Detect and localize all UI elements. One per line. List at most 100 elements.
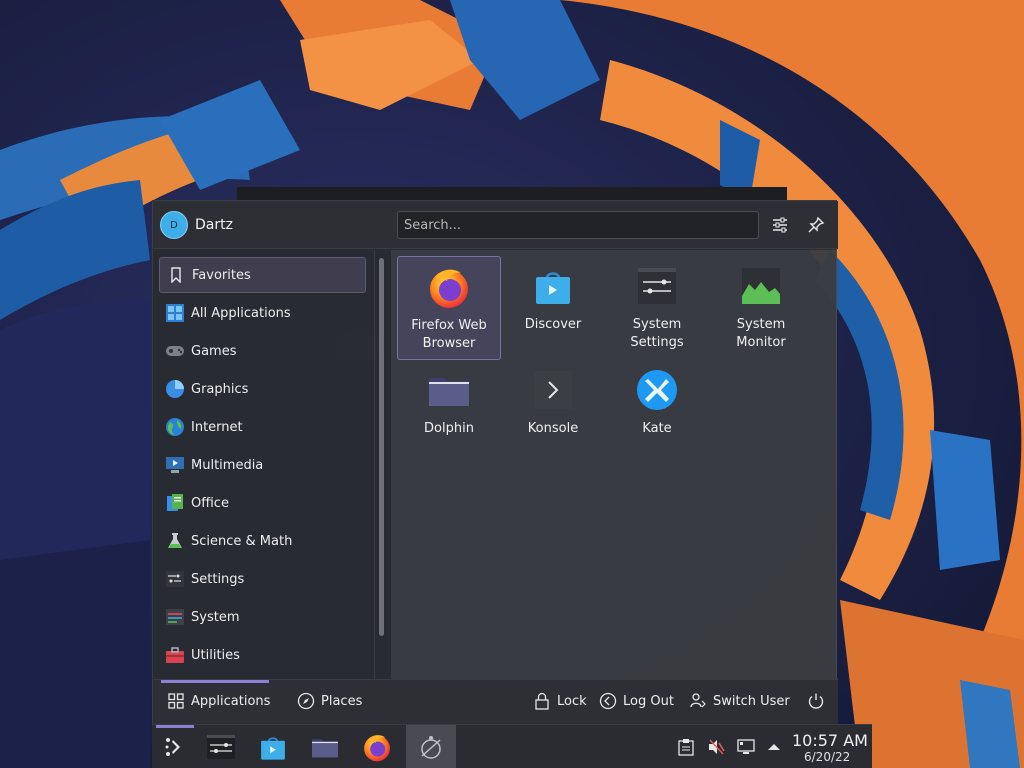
category-label: Games	[191, 343, 237, 359]
switch-user-icon	[689, 692, 707, 710]
globe-icon	[165, 417, 185, 437]
tab-applications-label: Applications	[191, 693, 271, 709]
task-firefox[interactable]	[354, 725, 400, 768]
category-settings[interactable]: Settings	[159, 561, 366, 597]
user-name: Dartz	[195, 217, 233, 233]
app-konsole[interactable]: Konsole	[501, 360, 605, 464]
tab-places[interactable]: Places	[297, 692, 362, 710]
volume-muted-icon[interactable]	[706, 737, 726, 757]
office-icon	[165, 493, 185, 513]
system-settings-icon	[635, 264, 679, 308]
user-avatar[interactable]: D	[160, 211, 188, 239]
system-settings-icon	[207, 735, 235, 759]
tab-places-label: Places	[321, 693, 363, 709]
lock-button[interactable]: Lock	[533, 692, 587, 710]
category-label: Science & Math	[191, 533, 293, 549]
app-system-settings[interactable]: System Settings	[605, 256, 709, 360]
category-label: Utilities	[191, 647, 240, 663]
app-label: Kate	[642, 421, 672, 436]
folder-icon	[427, 368, 471, 412]
category-label: All Applications	[191, 305, 291, 321]
switch-user-label: Switch User	[713, 693, 790, 709]
application-launcher: D Dartz Favorites	[152, 200, 838, 724]
folder-icon	[312, 739, 338, 758]
clipboard-icon[interactable]	[676, 737, 696, 757]
category-all-applications[interactable]: All Applications	[159, 295, 366, 331]
app-label: Firefox Web Browser	[411, 318, 487, 351]
app-label: System Settings	[630, 317, 684, 350]
category-graphics[interactable]: Graphics	[159, 371, 366, 407]
category-system[interactable]: System	[159, 599, 366, 635]
app-firefox[interactable]: Firefox Web Browser	[397, 256, 501, 360]
settings-icon	[165, 569, 185, 589]
applications-grid-icon	[167, 692, 185, 710]
lock-icon	[533, 692, 551, 710]
app-discover[interactable]: Discover	[501, 256, 605, 360]
category-science-math[interactable]: Science & Math	[159, 523, 366, 559]
logout-label: Log Out	[623, 693, 674, 709]
category-favorites[interactable]: Favorites	[159, 257, 366, 293]
category-label: Settings	[191, 571, 245, 587]
terminal-icon	[531, 368, 575, 412]
category-label: Favorites	[192, 267, 251, 283]
toolbox-icon	[165, 645, 185, 665]
sliders-icon	[773, 217, 787, 233]
active-indicator	[156, 725, 194, 728]
network-icon[interactable]	[736, 737, 756, 757]
task-krunner[interactable]	[406, 725, 456, 768]
category-label: System	[191, 609, 240, 625]
app-label: Discover	[524, 317, 582, 332]
task-system-settings[interactable]	[198, 725, 244, 768]
category-label: Internet	[191, 419, 243, 435]
grid-icon	[165, 303, 185, 323]
category-multimedia[interactable]: Multimedia	[159, 447, 366, 483]
sidebar-scrollbar[interactable]	[379, 258, 384, 636]
bookmark-icon	[166, 265, 186, 285]
category-games[interactable]: Games	[159, 333, 366, 369]
configure-button[interactable]	[770, 215, 790, 235]
favorites-grid: Firefox Web Browser Discover System Settin…	[391, 250, 837, 679]
app-label: System Monitor	[736, 317, 786, 350]
launcher-footer: Applications Places Lock Log Out Switch …	[153, 679, 838, 724]
firefox-icon	[427, 265, 471, 309]
category-internet[interactable]: Internet	[159, 409, 366, 445]
category-utilities[interactable]: Utilities	[159, 637, 366, 673]
search-input[interactable]	[397, 211, 759, 239]
expand-tray-icon[interactable]	[764, 737, 784, 757]
switch-user-button[interactable]: Switch User	[689, 692, 790, 710]
power-icon	[807, 692, 825, 710]
application-launcher-button[interactable]	[152, 725, 198, 768]
launcher-header: D Dartz	[153, 201, 838, 249]
category-label: Multimedia	[191, 457, 264, 473]
multimedia-icon	[165, 455, 185, 475]
lock-label: Lock	[557, 693, 587, 709]
graphics-icon	[165, 379, 185, 399]
app-kate[interactable]: Kate	[605, 360, 709, 464]
power-button[interactable]	[807, 692, 831, 710]
flask-icon	[165, 531, 185, 551]
discover-icon	[261, 737, 285, 760]
logout-button[interactable]: Log Out	[599, 692, 674, 710]
tab-applications[interactable]: Applications	[167, 692, 270, 710]
logout-icon	[599, 692, 617, 710]
category-label: Graphics	[191, 381, 249, 397]
task-dolphin[interactable]	[302, 725, 348, 768]
discover-icon	[531, 264, 575, 308]
system-monitor-icon	[739, 264, 783, 308]
active-tab-indicator	[161, 680, 269, 683]
app-system-monitor[interactable]: System Monitor	[709, 256, 813, 360]
task-discover[interactable]	[250, 725, 296, 768]
pin-icon	[808, 216, 825, 233]
category-office[interactable]: Office	[159, 485, 366, 521]
clock-date[interactable]: 6/20/22	[804, 750, 850, 764]
pin-button[interactable]	[806, 215, 826, 235]
avatar-initial: D	[170, 219, 178, 231]
category-sidebar: Favorites All Applications Games Graphic…	[153, 250, 375, 679]
firefox-icon	[364, 735, 390, 762]
kate-icon	[635, 368, 679, 412]
category-label: Office	[191, 495, 229, 511]
application-launcher-icon	[165, 738, 180, 756]
clock-time[interactable]: 10:57 AM	[792, 731, 868, 750]
gamepad-icon	[165, 341, 185, 361]
app-dolphin[interactable]: Dolphin	[397, 360, 501, 464]
